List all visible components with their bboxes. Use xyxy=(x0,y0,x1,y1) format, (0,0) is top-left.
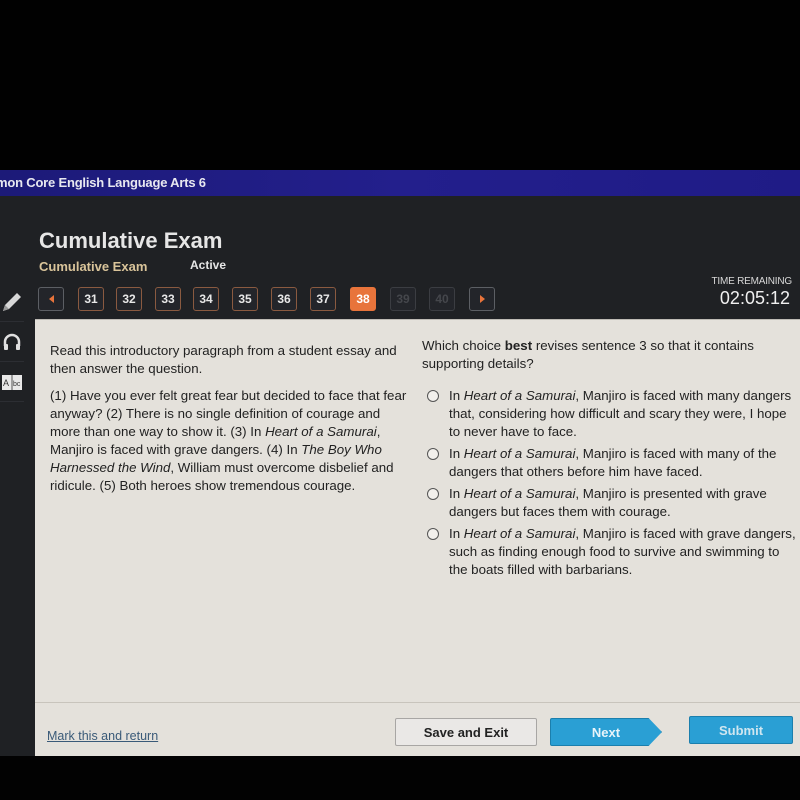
dictionary-icon: Abc xyxy=(2,374,22,390)
submit-button[interactable]: Submit xyxy=(689,716,793,744)
passage-text: (1) Have you ever felt great fear but de… xyxy=(50,387,410,495)
course-title: mon Core English Language Arts 6 xyxy=(0,175,206,190)
svg-text:A: A xyxy=(3,378,9,388)
question-prompt: Which choice best revises sentence 3 so … xyxy=(422,337,797,373)
radio-button[interactable] xyxy=(427,528,439,540)
choice-prefix: In xyxy=(449,526,464,541)
audio-tool[interactable] xyxy=(0,322,24,362)
question-39-button: 39 xyxy=(390,287,416,311)
choice-text: In Heart of a Samurai, Manjiro is faced … xyxy=(449,445,797,481)
time-remaining-value: 02:05:12 xyxy=(719,288,790,308)
svg-text:bc: bc xyxy=(13,381,21,388)
next-button[interactable]: Next xyxy=(550,718,662,746)
headphones-icon xyxy=(3,333,21,350)
triangle-right-icon xyxy=(479,295,485,303)
passage: Read this introductory paragraph from a … xyxy=(50,342,410,495)
answer-choices: In Heart of a Samurai, Manjiro is faced … xyxy=(422,387,797,579)
exam-title: Cumulative Exam xyxy=(39,228,223,253)
choice-text: In Heart of a Samurai, Manjiro is faced … xyxy=(449,387,797,441)
question: Which choice best revises sentence 3 so … xyxy=(422,337,797,583)
exam-subtitle: Cumulative Exam xyxy=(39,259,148,274)
question-34-button[interactable]: 34 xyxy=(193,287,219,311)
next-question-button[interactable] xyxy=(469,287,495,311)
question-40-button: 40 xyxy=(429,287,455,311)
question-32-button[interactable]: 32 xyxy=(116,287,142,311)
screen-bezel-bottom xyxy=(0,756,800,800)
tool-sidebar: Abc xyxy=(0,282,24,402)
answer-choice-a[interactable]: In Heart of a Samurai, Manjiro is faced … xyxy=(422,387,797,441)
choice-book-title: Heart of a Samurai xyxy=(463,388,576,403)
triangle-left-icon xyxy=(48,295,54,303)
choice-book-title: Heart of a Samurai xyxy=(463,486,576,501)
course-header: mon Core English Language Arts 6 xyxy=(0,170,800,196)
question-37-button[interactable]: 37 xyxy=(310,287,336,311)
choice-text: In Heart of a Samurai, Manjiro is faced … xyxy=(449,525,797,579)
question-31-button[interactable]: 31 xyxy=(78,287,104,311)
save-and-exit-button[interactable]: Save and Exit xyxy=(395,718,537,746)
passage-book-title: Heart of a Samurai xyxy=(265,424,377,439)
choice-prefix: In xyxy=(449,388,464,403)
choice-book-title: Heart of a Samurai xyxy=(463,526,576,541)
prompt-emphasis: best xyxy=(504,338,533,353)
radio-button[interactable] xyxy=(427,488,439,500)
question-35-button[interactable]: 35 xyxy=(232,287,258,311)
passage-instructions: Read this introductory paragraph from a … xyxy=(50,343,397,376)
pencil-icon xyxy=(3,292,21,311)
screen-bezel-top xyxy=(0,0,800,170)
answer-choice-b[interactable]: In Heart of a Samurai, Manjiro is faced … xyxy=(422,445,797,481)
answer-choice-d[interactable]: In Heart of a Samurai, Manjiro is faced … xyxy=(422,525,797,579)
exam-app: Cumulative Exam Cumulative Exam Active A… xyxy=(0,196,800,756)
prompt-text: Which choice xyxy=(422,338,505,353)
choice-prefix: In xyxy=(449,486,464,501)
question-38-button[interactable]: 38 xyxy=(350,287,376,311)
choice-text: In Heart of a Samurai, Manjiro is presen… xyxy=(449,485,797,521)
choice-prefix: In xyxy=(449,446,464,461)
question-panel: Read this introductory paragraph from a … xyxy=(35,319,800,756)
question-36-button[interactable]: 36 xyxy=(271,287,297,311)
radio-button[interactable] xyxy=(427,448,439,460)
answer-choice-c[interactable]: In Heart of a Samurai, Manjiro is presen… xyxy=(422,485,797,521)
dictionary-tool[interactable]: Abc xyxy=(0,362,24,402)
mark-and-return-link[interactable]: Mark this and return xyxy=(47,729,158,743)
exam-status: Active xyxy=(190,258,227,272)
time-remaining-label: TIME REMAINING xyxy=(711,276,792,287)
question-33-button[interactable]: 33 xyxy=(155,287,181,311)
pencil-tool[interactable] xyxy=(0,282,24,322)
radio-button[interactable] xyxy=(427,390,439,402)
choice-book-title: Heart of a Samurai xyxy=(463,446,576,461)
previous-question-button[interactable] xyxy=(38,287,64,311)
footer-divider xyxy=(35,702,800,703)
